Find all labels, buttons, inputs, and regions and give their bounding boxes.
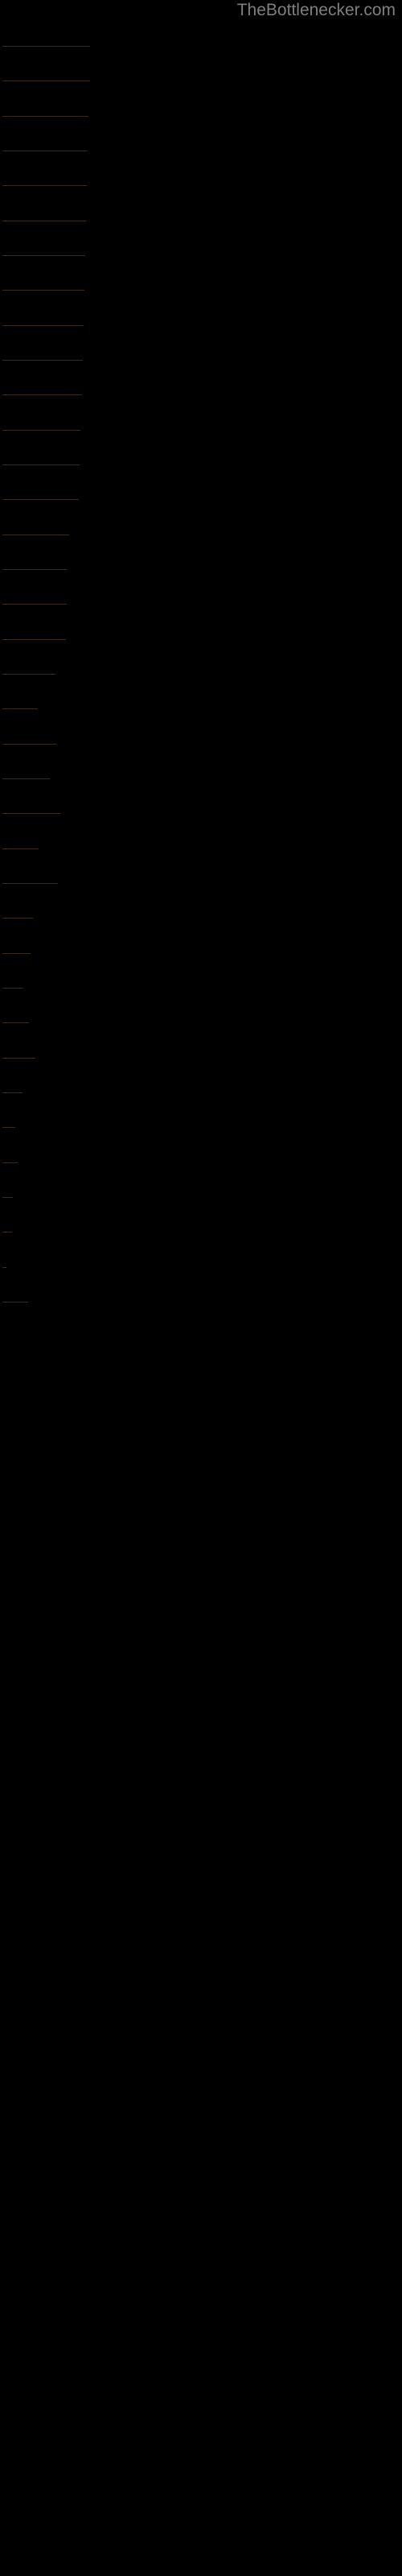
bar-label: Bottleneck result (5, 470, 76, 481)
bar-label: Bottleneck result (5, 1203, 13, 1214)
bar-label: Bottleneck result (2, 1267, 6, 1290)
bar-series: Bottleneck result Bottleneck result Bottle… (0, 0, 402, 2576)
bar-label: Bottleneck result (5, 156, 76, 167)
bar-label: Bottleneck result (5, 86, 76, 97)
bar-label: Bottleneck result (5, 540, 69, 551)
bar-label: Bottleneck result (5, 295, 76, 307)
bar-label: Bottleneck result (5, 122, 76, 133)
bar-label: Bottleneck result (5, 714, 38, 725)
bar-label: Bottleneck result (5, 784, 50, 795)
bar-label: Bottleneck result (5, 1307, 28, 1319)
bar-label: Bottleneck result (5, 436, 76, 447)
bar-label: Bottleneck result (5, 1168, 18, 1179)
bar-label: Bottleneck result (5, 679, 55, 691)
bar-label: Bottleneck result (5, 854, 39, 865)
bar-label: Bottleneck result (5, 645, 66, 656)
bar-label: Bottleneck result (5, 331, 76, 342)
bar-label: Bottleneck result (5, 505, 76, 516)
bar-label: Bottleneck result (5, 575, 67, 586)
bar-label: Bottleneck result (5, 609, 67, 621)
bar-label: Bottleneck result (5, 1133, 15, 1144)
bar-label: Bottleneck result (5, 1098, 23, 1109)
bar-label: Bottleneck result (5, 1063, 35, 1075)
bar-label: Bottleneck result (5, 261, 76, 272)
bar-label: Bottleneck result (5, 226, 76, 237)
bar-label: Bottleneck result (5, 993, 23, 1005)
bottleneck-chart: TheBottlenecker.com Bottleneck result Bot… (0, 0, 402, 2576)
bar-label: Bottleneck result (5, 749, 56, 761)
bar-label: Bottleneck result (5, 959, 31, 970)
bar-label: Bottleneck result (5, 52, 76, 63)
bar-label: Bottleneck result (5, 365, 76, 377)
bar-label: Bottleneck result (5, 1237, 12, 1249)
bar-label: Bottleneck result (5, 191, 76, 202)
bar-label: Bottleneck result (5, 819, 60, 830)
bar-label: Bottleneck result (5, 400, 76, 411)
bar-label: Bottleneck result (5, 889, 58, 900)
bar-label: Bottleneck result (5, 923, 33, 935)
bar-label: Bottleneck result (5, 1028, 29, 1039)
